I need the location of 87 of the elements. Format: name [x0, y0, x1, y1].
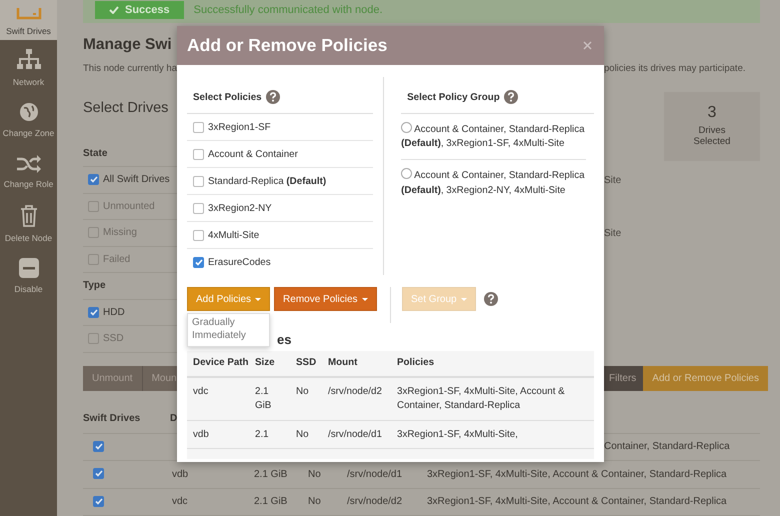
caret-icon	[255, 298, 262, 300]
column-header: Policies	[397, 356, 436, 370]
banner-message: Successfully communicated with node.	[194, 4, 383, 16]
policy-checkbox[interactable]: ErasureCodes	[187, 249, 374, 275]
table-cell-text: Container, Standard-Replica	[603, 441, 731, 452]
column-header: Device Path	[193, 356, 250, 370]
sidebar-item[interactable]: Delete Node	[0, 198, 57, 250]
intro-text: policies its drives may participate.	[604, 62, 746, 74]
column-header: D	[170, 413, 178, 424]
filter-heading: State	[83, 148, 108, 159]
policy-group-radio[interactable]: Account & Container, Standard-Replica (Default), 3xRegion1-SF, 4xMulti-Site	[401, 114, 586, 160]
policy-checkbox[interactable]: 3xRegion1-SF	[187, 114, 374, 141]
dropdown-button[interactable]: Remove Policies	[274, 287, 377, 311]
column-header: Swift Drives	[83, 413, 142, 424]
network-icon	[16, 49, 40, 71]
column-header: SSD	[296, 356, 318, 370]
table-cell-text: vdb	[171, 468, 190, 480]
minus-icon	[18, 258, 38, 278]
table-cell-text: 2.1 GiB	[255, 385, 272, 414]
check-icon	[194, 258, 202, 266]
policy-checkbox[interactable]: Account & Container	[187, 141, 374, 168]
policy-group-radio[interactable]: Account & Container, Standard-Replica (Default), 3xRegion2-NY, 4xMulti-Site	[401, 160, 586, 206]
help-icon[interactable]	[484, 292, 498, 306]
policy-checkbox[interactable]: 4xMulti-Site	[187, 222, 374, 249]
table-cell-text: vdc	[193, 385, 210, 400]
check-icon	[90, 308, 98, 316]
success-badge: Success	[95, 0, 184, 19]
row-checkbox[interactable]	[93, 440, 104, 452]
policy-checkbox[interactable]: Standard-Replica (Default)	[187, 168, 374, 195]
menu-item[interactable]: Immediately	[188, 329, 269, 342]
table-cell-text: /srv/node/d1	[346, 468, 404, 480]
sidebar-item[interactable]: Swift Drives	[0, 0, 57, 40]
section-title: Select Drives	[83, 100, 170, 118]
policy-checkbox[interactable]: 3xRegion2-NY	[187, 195, 374, 222]
row-checkbox[interactable]	[93, 468, 104, 480]
sidebar-item[interactable]: Change Zone	[0, 94, 57, 146]
action-button[interactable]: Unmount	[83, 366, 143, 391]
caret-icon	[362, 298, 368, 300]
table-cell-text: 2.1	[255, 428, 270, 442]
table-cell-text: 3xRegion1-SF, 4xMulti-Site, Account & Container, Standard-Replica	[426, 496, 728, 508]
sidebar-item[interactable]: Change Role	[0, 146, 57, 198]
policy-group-heading: Select Policy Group	[407, 92, 500, 102]
action-button[interactable]: Filters	[601, 366, 644, 391]
drives-count: 3	[708, 104, 716, 122]
check-icon	[109, 6, 119, 14]
table-cell-text: No	[296, 428, 310, 442]
trash-icon	[20, 205, 38, 227]
table-cell-text: vdb	[193, 428, 210, 442]
page-title: Manage Swi	[83, 36, 173, 55]
table-heading: es	[277, 332, 292, 346]
sidebar-item[interactable]: Network	[0, 42, 57, 94]
table-cell-text: No	[307, 468, 322, 480]
table-cell-text: 2.1 GiB	[253, 468, 288, 480]
drive-icon	[16, 8, 42, 22]
table-cell-text: vdc	[171, 496, 189, 508]
dropdown-button[interactable]: Add Policies	[187, 287, 270, 311]
intro-text: This node currently ha	[83, 62, 177, 74]
table-cell-text: 3xRegion1-SF, 4xMulti-Site, Account & Container, Standard-Replica	[397, 385, 566, 414]
help-icon[interactable]	[266, 90, 280, 104]
table-cell-text: 2.1 GiB	[253, 496, 288, 508]
caret-icon	[460, 298, 467, 300]
filter-heading: Type	[83, 280, 106, 292]
sidebar-item[interactable]: Disable	[0, 250, 57, 302]
table-cell-text: /srv/node/d2	[346, 496, 404, 508]
globe-icon	[18, 102, 38, 122]
table-cell-text: /srv/node/d2	[328, 385, 383, 400]
menu-item[interactable]: Gradually	[188, 316, 269, 329]
table-cell-text: 3xRegion1-SF, 4xMulti-Site, Account & Container, Standard-Replica	[426, 468, 728, 480]
check-icon	[90, 176, 98, 184]
filter-checkbox[interactable]: All Swift Drives	[83, 174, 170, 186]
table-cell: Site	[604, 174, 622, 186]
help-icon[interactable]	[504, 90, 518, 104]
table-cell: Site	[604, 228, 622, 239]
row-checkbox[interactable]	[93, 496, 104, 507]
shuffle-icon	[16, 155, 40, 173]
dialog-title: Add or Remove Policies	[187, 35, 388, 56]
action-button[interactable]: Add or Remove Policies	[643, 366, 768, 391]
table-cell-text: /srv/node/d1	[328, 428, 383, 442]
filter-checkbox[interactable]: HDD	[83, 306, 125, 318]
policies-heading: Select Policies	[193, 92, 262, 102]
close-icon[interactable]	[583, 41, 592, 50]
table-cell-text: No	[307, 496, 322, 508]
table-cell-text: No	[296, 385, 310, 400]
column-header: Size	[255, 356, 276, 370]
column-header: Mount	[328, 356, 358, 370]
drives-selected-label: Drives Selected	[692, 126, 732, 148]
table-cell-text: 3xRegion1-SF, 4xMulti-Site,	[397, 428, 519, 442]
